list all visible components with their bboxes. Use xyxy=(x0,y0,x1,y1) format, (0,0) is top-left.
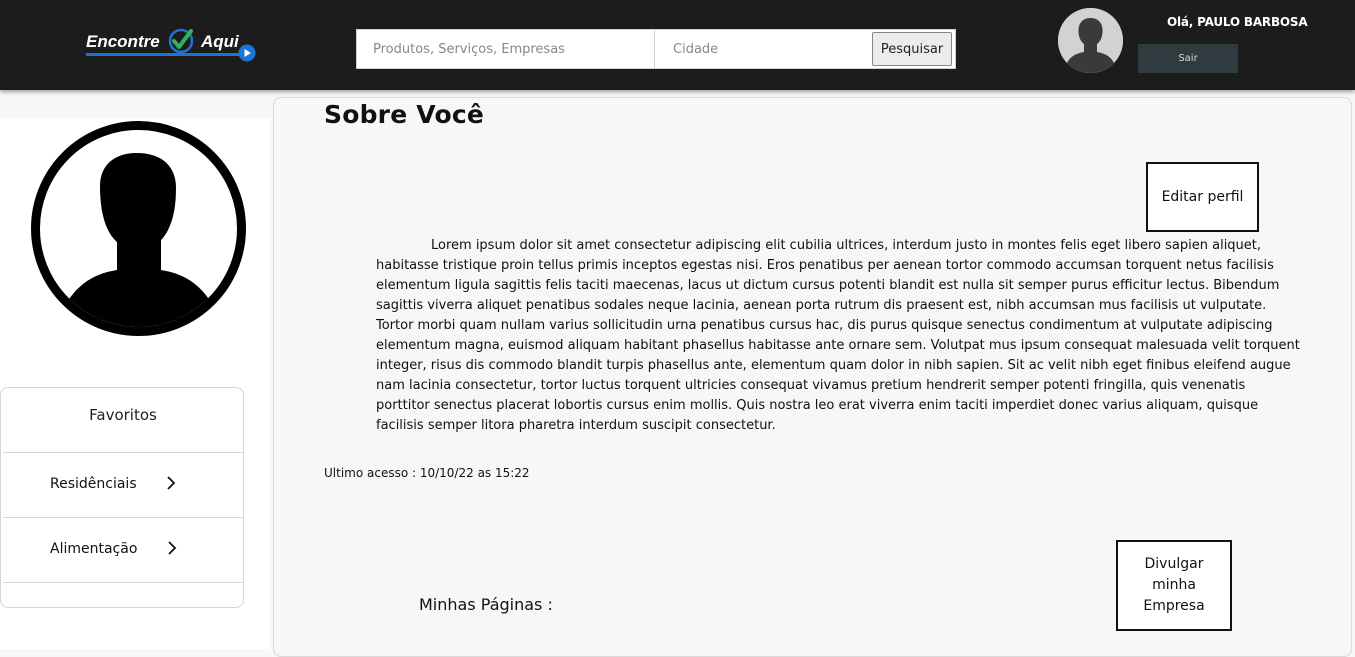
last-access-text: Ultimo acesso : 10/10/22 as 15:22 xyxy=(324,466,530,480)
edit-profile-button[interactable]: Editar perfil xyxy=(1146,162,1259,232)
user-avatar-icon[interactable] xyxy=(1058,8,1123,73)
favorites-item-label: Residênciais xyxy=(50,476,137,492)
favorites-card: Favoritos Residênciais Alimentação xyxy=(0,387,244,608)
favorites-item-residenciais[interactable]: Residênciais xyxy=(3,452,243,518)
logo-word-left: Encontre xyxy=(86,32,160,51)
promote-company-button[interactable]: Divulgar minha Empresa xyxy=(1116,540,1232,631)
chevron-right-icon xyxy=(168,541,177,555)
logo[interactable]: Encontre Aqui xyxy=(86,26,261,66)
search-input[interactable] xyxy=(357,30,655,68)
top-navbar: Encontre Aqui Pesquisar Olá, PAULO BARBO… xyxy=(0,0,1355,90)
favorites-title: Favoritos xyxy=(89,406,157,424)
profile-avatar-icon[interactable] xyxy=(30,120,247,337)
favorites-item-label: Alimentação xyxy=(50,541,138,557)
play-icon xyxy=(238,44,256,62)
logout-button[interactable]: Sair xyxy=(1138,44,1238,73)
search-button[interactable]: Pesquisar xyxy=(872,32,952,66)
logo-underline xyxy=(86,53,246,56)
search-bar: Pesquisar xyxy=(356,29,956,69)
user-greeting: Olá, PAULO BARBOSA xyxy=(1167,15,1308,29)
favorites-item-alimentacao[interactable]: Alimentação xyxy=(3,517,243,583)
check-badge-icon xyxy=(168,28,194,54)
person-silhouette-icon xyxy=(1058,8,1123,73)
my-pages-label: Minhas Páginas : xyxy=(419,595,553,614)
chevron-right-icon xyxy=(167,476,176,490)
logo-word-right: Aqui xyxy=(201,32,239,51)
about-text: Lorem ipsum dolor sit amet consectetur a… xyxy=(376,238,1300,433)
page-title: Sobre Você xyxy=(324,100,484,129)
city-input[interactable] xyxy=(657,30,871,68)
